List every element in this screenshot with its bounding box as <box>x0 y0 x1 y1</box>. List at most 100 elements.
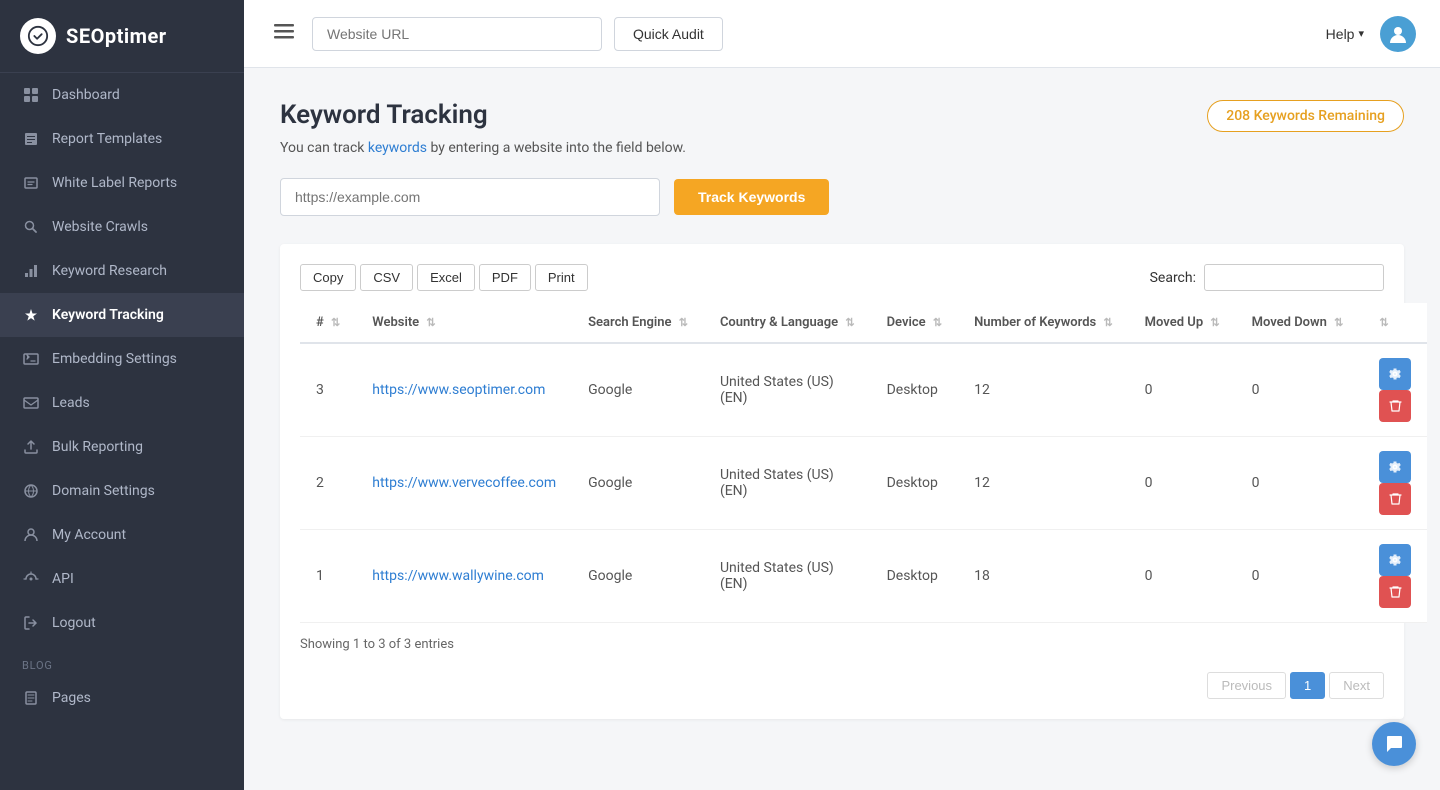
search-input[interactable] <box>1204 264 1384 291</box>
keyword-tracking-icon <box>22 306 40 324</box>
nav-item-pages[interactable]: Pages <box>0 676 244 720</box>
cell-moved-up: 0 <box>1129 343 1236 437</box>
nav-item-my-account[interactable]: My Account <box>0 513 244 557</box>
pages-icon <box>22 689 40 707</box>
user-avatar[interactable] <box>1380 16 1416 52</box>
leads-icon <box>22 394 40 412</box>
nav-item-keyword-tracking[interactable]: Keyword Tracking <box>0 293 244 337</box>
keyword-research-icon <box>22 262 40 280</box>
website-link[interactable]: https://www.vervecoffee.com <box>372 475 556 491</box>
nav-item-domain-settings[interactable]: Domain Settings <box>0 469 244 513</box>
page-title: Keyword Tracking <box>280 100 488 130</box>
cell-num-keywords: 18 <box>958 530 1129 623</box>
sort-icon[interactable]: ⇅ <box>1334 316 1343 329</box>
col-actions: ⇅ <box>1359 303 1427 343</box>
table-search: Search: <box>1150 264 1384 291</box>
search-label: Search: <box>1150 270 1196 286</box>
settings-button[interactable] <box>1379 358 1411 390</box>
page-1-button[interactable]: 1 <box>1290 672 1325 699</box>
crawls-icon <box>22 218 40 236</box>
nav-item-bulk-reporting[interactable]: Bulk Reporting <box>0 425 244 469</box>
cell-country-language: United States (US) (EN) <box>704 437 871 530</box>
delete-button[interactable] <box>1379 483 1411 515</box>
brand-name: SEOptimer <box>66 24 167 48</box>
col-num-keywords: Number of Keywords ⇅ <box>958 303 1129 343</box>
sort-icon[interactable]: ⇅ <box>679 316 688 329</box>
copy-button[interactable]: Copy <box>300 264 356 291</box>
subtitle-link[interactable]: keywords <box>368 140 427 156</box>
nav-item-report-templates[interactable]: Report Templates <box>0 117 244 161</box>
logo-icon <box>20 18 56 54</box>
nav-label: Embedding Settings <box>52 351 177 367</box>
nav-label: My Account <box>52 527 126 543</box>
track-url-input[interactable] <box>280 178 660 216</box>
nav-label: Domain Settings <box>52 483 155 499</box>
menu-toggle-button[interactable] <box>268 17 300 50</box>
help-button[interactable]: Help ▾ <box>1326 26 1364 42</box>
nav-item-website-crawls[interactable]: Website Crawls <box>0 205 244 249</box>
excel-button[interactable]: Excel <box>417 264 475 291</box>
cell-num-keywords: 12 <box>958 437 1129 530</box>
cell-search-engine: Google <box>572 530 704 623</box>
csv-button[interactable]: CSV <box>360 264 413 291</box>
website-link[interactable]: https://www.seoptimer.com <box>372 382 545 398</box>
nav-item-keyword-research[interactable]: Keyword Research <box>0 249 244 293</box>
sort-icon[interactable]: ⇅ <box>1379 316 1388 329</box>
settings-button[interactable] <box>1379 451 1411 483</box>
pdf-button[interactable]: PDF <box>479 264 531 291</box>
embedding-icon <box>22 350 40 368</box>
white-label-icon <box>22 174 40 192</box>
logo[interactable]: SEOptimer <box>0 0 244 73</box>
quick-audit-button[interactable]: Quick Audit <box>614 17 723 51</box>
sort-icon[interactable]: ⇅ <box>1210 316 1219 329</box>
chat-bubble[interactable] <box>1372 722 1416 766</box>
next-page-button[interactable]: Next <box>1329 672 1384 699</box>
delete-button[interactable] <box>1379 390 1411 422</box>
nav-label: Pages <box>52 690 91 706</box>
print-button[interactable]: Print <box>535 264 588 291</box>
table-header-row: # ⇅ Website ⇅ Search Engine ⇅ Country <box>300 303 1427 343</box>
cell-num: 3 <box>300 343 356 437</box>
content-area: Keyword Tracking 208 Keywords Remaining … <box>244 68 1440 790</box>
previous-page-button[interactable]: Previous <box>1207 672 1286 699</box>
cell-device: Desktop <box>871 343 959 437</box>
cell-device: Desktop <box>871 437 959 530</box>
api-icon <box>22 570 40 588</box>
nav-label: Website Crawls <box>52 219 148 235</box>
track-keywords-button[interactable]: Track Keywords <box>674 179 829 215</box>
sort-icon[interactable]: ⇅ <box>845 316 854 329</box>
table-card: Copy CSV Excel PDF Print Search: # ⇅ <box>280 244 1404 719</box>
sort-icon[interactable]: ⇅ <box>426 316 435 329</box>
cell-num-keywords: 12 <box>958 343 1129 437</box>
col-device: Device ⇅ <box>871 303 959 343</box>
nav-label: Leads <box>52 395 90 411</box>
sort-icon[interactable]: ⇅ <box>1103 316 1112 329</box>
domain-icon <box>22 482 40 500</box>
nav-label: White Label Reports <box>52 175 177 191</box>
nav-label: Keyword Research <box>52 263 167 279</box>
nav-item-api[interactable]: API <box>0 557 244 601</box>
delete-button[interactable] <box>1379 576 1411 608</box>
nav-item-embedding-settings[interactable]: Embedding Settings <box>0 337 244 381</box>
cell-num: 1 <box>300 530 356 623</box>
sort-icon[interactable]: ⇅ <box>933 316 942 329</box>
website-link[interactable]: https://www.wallywine.com <box>372 568 544 584</box>
cell-moved-down: 0 <box>1236 437 1360 530</box>
col-search-engine: Search Engine ⇅ <box>572 303 704 343</box>
website-url-input[interactable] <box>312 17 602 51</box>
nav-item-logout[interactable]: Logout <box>0 601 244 645</box>
nav-item-leads[interactable]: Leads <box>0 381 244 425</box>
cell-country-language: United States (US) (EN) <box>704 530 871 623</box>
nav-label: Logout <box>52 615 96 631</box>
sort-icon[interactable]: ⇅ <box>331 316 340 329</box>
cell-moved-down: 0 <box>1236 530 1360 623</box>
nav-label: Bulk Reporting <box>52 439 143 455</box>
subtitle-plain: You can track <box>280 140 368 156</box>
cell-website: https://www.seoptimer.com <box>356 343 572 437</box>
nav-item-dashboard[interactable]: Dashboard <box>0 73 244 117</box>
cell-search-engine: Google <box>572 437 704 530</box>
settings-button[interactable] <box>1379 544 1411 576</box>
nav-item-white-label-reports[interactable]: White Label Reports <box>0 161 244 205</box>
table-row: 3 https://www.seoptimer.com Google Unite… <box>300 343 1427 437</box>
keywords-remaining-badge[interactable]: 208 Keywords Remaining <box>1207 100 1404 132</box>
